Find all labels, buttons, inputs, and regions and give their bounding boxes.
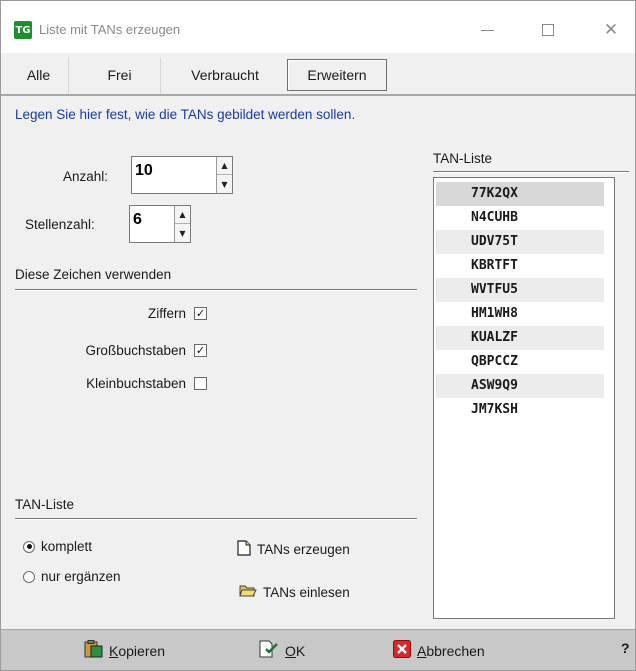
app-icon: TG: [14, 21, 32, 39]
tab-alle[interactable]: Alle: [9, 57, 69, 95]
maximize-button[interactable]: [528, 15, 568, 45]
kleinbuchstaben-label: Kleinbuchstaben: [86, 375, 186, 391]
cancel-label: Abbrechen: [417, 642, 485, 659]
ziffern-label: Ziffern: [147, 305, 186, 321]
tan-list-item[interactable]: KBRTFT: [436, 254, 604, 278]
ok-check-icon: [259, 640, 279, 661]
anzahl-spinner[interactable]: 10 ▲ ▼: [131, 156, 233, 194]
tan-mode-rule: [15, 518, 417, 520]
stellenzahl-down-icon[interactable]: ▼: [175, 224, 190, 242]
cancel-button[interactable]: Abbrechen: [393, 640, 485, 661]
option-grossbuchstaben[interactable]: Großbuchstaben ✓: [85, 340, 207, 360]
generate-tans-button[interactable]: TANs erzeugen: [237, 540, 350, 559]
anzahl-spin-buttons: ▲ ▼: [216, 157, 232, 193]
stellenzahl-up-icon[interactable]: ▲: [175, 206, 190, 224]
characters-heading: Diese Zeichen verwenden: [15, 267, 172, 282]
tan-list-item[interactable]: KUALZF: [436, 326, 604, 350]
tan-list-item[interactable]: 77K2QX: [436, 182, 604, 206]
ziffern-checkbox[interactable]: ✓: [194, 306, 207, 320]
nur-ergaenzen-radio[interactable]: [23, 570, 35, 583]
button-bar: Kopieren OK Abbrechen ?: [1, 629, 635, 670]
anzahl-label: Anzahl:: [63, 169, 109, 184]
option-kleinbuchstaben[interactable]: Kleinbuchstaben: [86, 373, 207, 393]
clipboard-icon: [83, 640, 103, 661]
radio-nur-ergaenzen[interactable]: nur ergänzen: [23, 569, 121, 584]
tan-list-item[interactable]: UDV75T: [436, 230, 604, 254]
tan-generator-window: TG Liste mit TANs erzeugen ✕ Alle Frei V…: [0, 0, 636, 671]
maximize-icon: [542, 24, 554, 36]
help-icon: ?: [621, 640, 630, 656]
grossbuchstaben-label: Großbuchstaben: [85, 342, 186, 358]
tan-mode-heading: TAN-Liste: [15, 497, 75, 512]
open-folder-icon: [239, 584, 257, 601]
tan-list-heading: TAN-Liste: [433, 151, 493, 166]
title-bar: TG Liste mit TANs erzeugen ✕: [1, 1, 635, 53]
anzahl-down-icon[interactable]: ▼: [217, 175, 232, 193]
radio-dot: [26, 544, 32, 549]
komplett-label: komplett: [41, 539, 93, 554]
stellenzahl-spinner[interactable]: 6 ▲ ▼: [129, 205, 191, 243]
tan-list-item[interactable]: WVTFU5: [436, 278, 604, 302]
radio-komplett[interactable]: komplett: [23, 539, 92, 554]
tan-list-rule: [433, 171, 629, 173]
tan-list-item[interactable]: QBPCCZ: [436, 350, 604, 374]
tan-list-item[interactable]: N4CUHB: [436, 206, 604, 230]
characters-rule: [15, 289, 417, 291]
tan-list[interactable]: 77K2QX N4CUHB UDV75T KBRTFT WVTFU5 HM1WH…: [433, 177, 615, 619]
option-ziffern[interactable]: Ziffern ✓: [148, 303, 207, 323]
tan-list-item[interactable]: ASW9Q9: [436, 374, 604, 398]
import-tans-label: TANs einlesen: [263, 585, 350, 600]
tab-bar: Alle Frei Verbraucht Erweitern: [1, 53, 635, 95]
import-tans-button[interactable]: TANs einlesen: [239, 584, 350, 601]
new-document-icon: [237, 540, 251, 559]
anzahl-up-icon[interactable]: ▲: [217, 157, 232, 175]
kleinbuchstaben-checkbox[interactable]: [194, 376, 207, 390]
copy-button[interactable]: Kopieren: [83, 640, 165, 661]
cancel-x-icon: [393, 640, 411, 661]
window-title: Liste mit TANs erzeugen: [39, 22, 181, 37]
grossbuchstaben-checkbox[interactable]: ✓: [194, 343, 207, 357]
close-icon: ✕: [603, 20, 619, 40]
help-button[interactable]: ?: [621, 640, 630, 656]
minimize-button[interactable]: [467, 15, 507, 45]
generate-tans-label: TANs erzeugen: [257, 542, 350, 557]
tab-verbraucht[interactable]: Verbraucht: [169, 57, 281, 95]
instruction-text: Legen Sie hier fest, wie die TANs gebild…: [15, 107, 356, 122]
stellenzahl-value[interactable]: 6: [133, 211, 142, 229]
tab-divider: [1, 94, 635, 96]
tan-list-item[interactable]: JM7KSH: [436, 398, 604, 422]
nur-ergaenzen-label: nur ergänzen: [41, 569, 121, 584]
stellenzahl-spin-buttons: ▲ ▼: [174, 206, 190, 242]
minimize-icon: [480, 29, 494, 31]
ok-label: OK: [285, 642, 306, 659]
tab-frei[interactable]: Frei: [79, 57, 161, 95]
anzahl-value[interactable]: 10: [135, 162, 153, 180]
stellenzahl-label: Stellenzahl:: [25, 217, 95, 232]
character-options: Ziffern ✓ Großbuchstaben ✓ Kleinbuchstab…: [1, 303, 207, 403]
komplett-radio[interactable]: [23, 540, 35, 553]
tan-list-item[interactable]: HM1WH8: [436, 302, 604, 326]
ok-button[interactable]: OK: [259, 640, 305, 661]
close-button[interactable]: ✕: [591, 15, 631, 45]
tab-erweitern[interactable]: Erweitern: [287, 59, 387, 91]
copy-label: Kopieren: [109, 642, 166, 659]
